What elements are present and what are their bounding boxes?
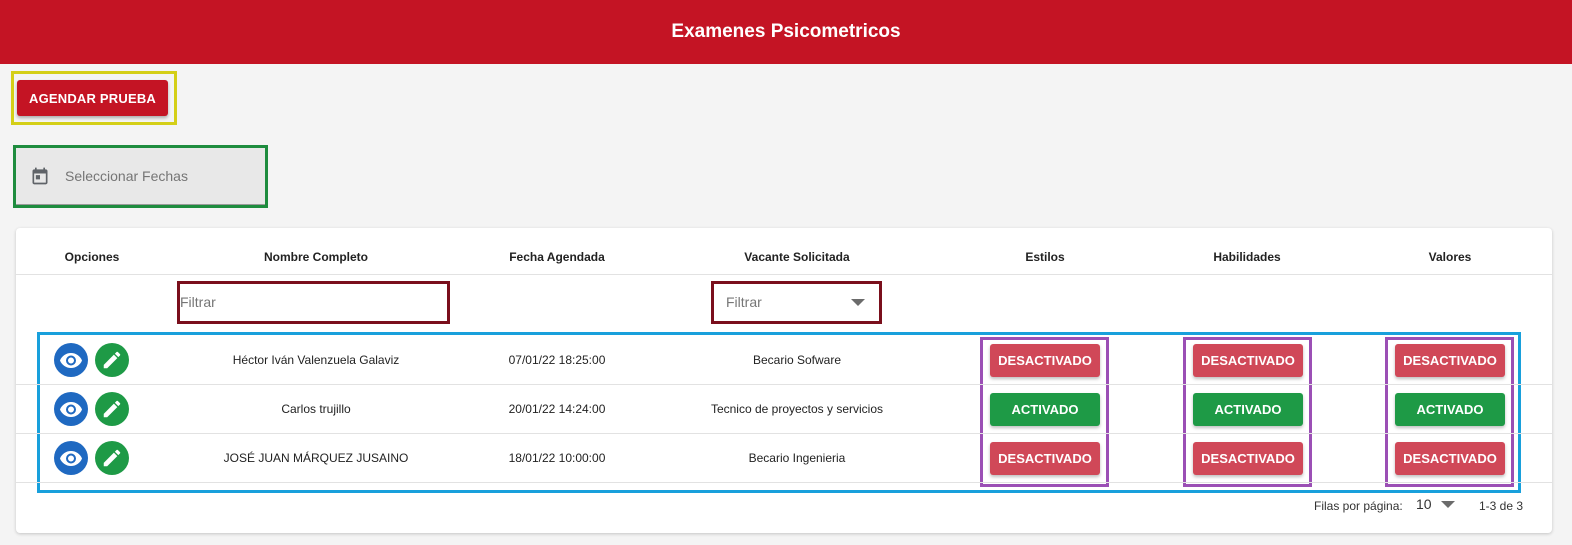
date-range-picker[interactable]: Seleccionar Fechas [16, 148, 265, 205]
cell-date: 20/01/22 14:24:00 [508, 402, 606, 416]
habilidades-toggle-button[interactable]: DESACTIVADO [1193, 441, 1303, 475]
edit-button[interactable] [95, 441, 129, 475]
pencil-icon [103, 351, 121, 369]
col-header-vacante: Vacante Solicitada [744, 250, 850, 264]
pagination-range: 1-3 de 3 [1479, 499, 1524, 513]
cell-date: 18/01/22 10:00:00 [508, 451, 606, 465]
dropdown-arrow-icon [1440, 501, 1455, 508]
estilos-toggle-button[interactable]: DESACTIVADO [990, 343, 1100, 377]
calendar-icon [32, 167, 48, 185]
valores-toggle-button[interactable]: DESACTIVADO [1395, 441, 1505, 475]
habilidades-toggle-button[interactable]: DESACTIVADO [1193, 343, 1303, 377]
col-header-habilidades: Habilidades [1213, 250, 1281, 264]
page-title: Examenes Psicometricos [671, 21, 901, 42]
rows-per-page-select[interactable]: 10 [1416, 496, 1458, 512]
cell-date: 07/01/22 18:25:00 [508, 353, 606, 367]
dropdown-arrow-icon [851, 298, 865, 306]
view-button[interactable] [54, 392, 88, 426]
edit-button[interactable] [95, 392, 129, 426]
habilidades-toggle-button[interactable]: ACTIVADO [1193, 392, 1303, 426]
vacancy-filter-placeholder: Filtrar [726, 293, 762, 310]
row-divider [16, 482, 1552, 483]
valores-toggle-button[interactable]: ACTIVADO [1395, 392, 1505, 426]
cell-name: Héctor Iván Valenzuela Galaviz [232, 353, 400, 367]
row-options [54, 336, 134, 384]
cell-vacancy: Becario Sofware [752, 353, 842, 367]
cell-vacancy: Tecnico de proyectos y servicios [710, 402, 884, 416]
cell-name: Carlos trujillo [281, 402, 351, 416]
exams-table: Opciones Nombre Completo Fecha Agendada … [16, 228, 1552, 533]
pencil-icon [103, 449, 121, 467]
estilos-toggle-button[interactable]: DESACTIVADO [990, 441, 1100, 475]
row-options [54, 434, 134, 482]
col-header-fecha: Fecha Agendada [509, 250, 605, 264]
table-row: JOSÉ JUAN MÁRQUEZ JUSAINO 18/01/22 10:00… [40, 434, 1518, 483]
valores-toggle-button[interactable]: DESACTIVADO [1395, 343, 1505, 377]
eye-icon [60, 353, 82, 368]
name-filter-input[interactable] [180, 285, 445, 318]
row-options [54, 385, 134, 433]
date-picker-placeholder: Seleccionar Fechas [65, 168, 188, 184]
table-row: Héctor Iván Valenzuela Galaviz 07/01/22 … [40, 336, 1518, 385]
table-row: Carlos trujillo 20/01/22 14:24:00 Tecnic… [40, 385, 1518, 434]
cell-name: JOSÉ JUAN MÁRQUEZ JUSAINO [223, 451, 409, 465]
col-header-estilos: Estilos [1025, 250, 1065, 264]
col-header-valores: Valores [1428, 250, 1472, 264]
col-header-nombre: Nombre Completo [263, 250, 368, 264]
view-button[interactable] [54, 343, 88, 377]
edit-button[interactable] [95, 343, 129, 377]
rows-per-page-label: Filas por página: [1314, 499, 1403, 513]
vacancy-filter-select[interactable]: Filtrar [714, 285, 878, 318]
eye-icon [60, 451, 82, 466]
schedule-test-button[interactable]: AGENDAR PRUEBA [17, 80, 168, 116]
pencil-icon [103, 400, 121, 418]
estilos-toggle-button[interactable]: ACTIVADO [990, 392, 1100, 426]
header-divider [16, 274, 1552, 275]
cell-vacancy: Becario Ingenieria [748, 451, 846, 465]
rows-per-page-value: 10 [1416, 496, 1432, 512]
col-header-opciones: Opciones [64, 250, 120, 264]
eye-icon [60, 402, 82, 417]
app-header: Examenes Psicometricos [0, 0, 1572, 64]
view-button[interactable] [54, 441, 88, 475]
